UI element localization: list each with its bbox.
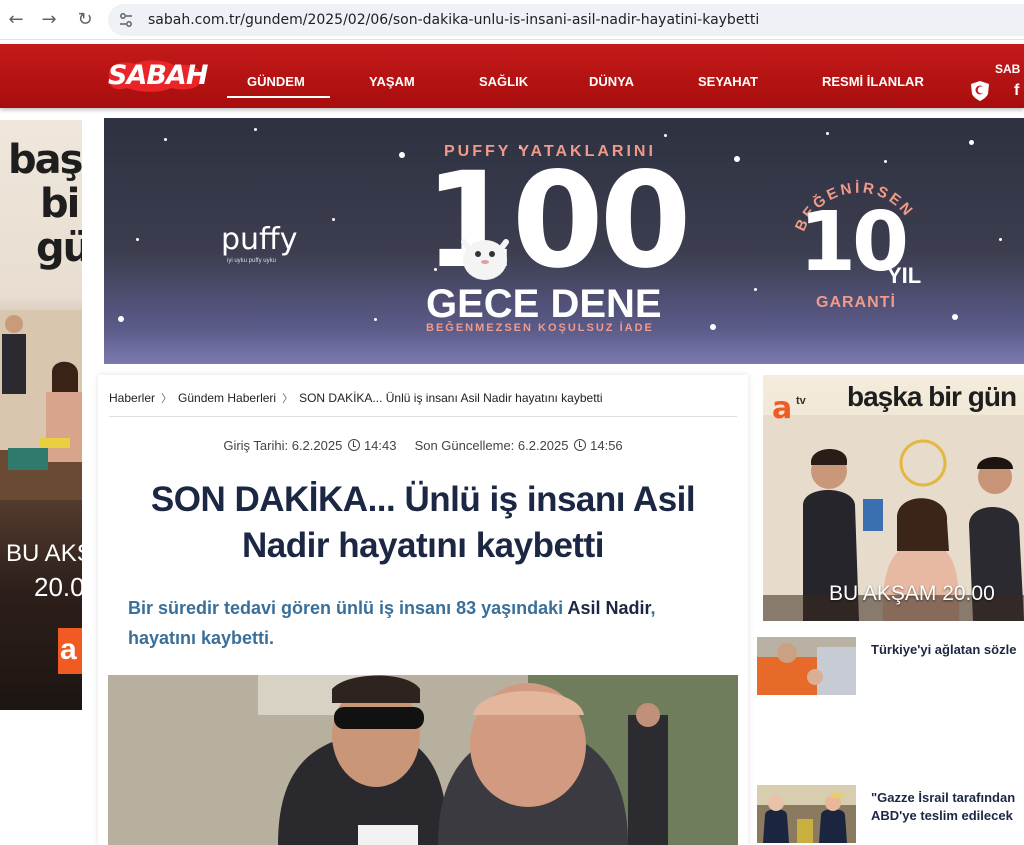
banner-headline-bottom: BEĞENMEZSEN KOŞULSUZ İADE	[426, 322, 654, 334]
reload-icon[interactable]: ↻	[73, 8, 97, 32]
breadcrumb: Haberler 〉 Gündem Haberleri 〉 SON DAKİKA... …	[109, 390, 603, 406]
nav-dunya[interactable]: DÜNYA	[589, 74, 634, 89]
mascot-illustration	[461, 239, 509, 280]
news-thumbnail[interactable]	[757, 785, 856, 843]
browser-toolbar: ← → ↻ sabah.com.tr/gundem/2025/02/06/son…	[0, 0, 1024, 40]
right-ad-title: başka bir gün	[847, 381, 1017, 412]
sabah-logo[interactable]: SABAH	[105, 58, 208, 94]
right-sidebar-ad[interactable]: a tv başka bir gün BU AKŞAM 20.00	[763, 375, 1024, 621]
article-headline: SON DAKİKA... Ünlü iş insanı Asil Nadir …	[150, 480, 696, 565]
spot-text-1: Bir süredir tedavi gören ünlü iş insanı …	[128, 598, 568, 618]
puffy-banner-ad[interactable]: puffy iyi uyku puffy uyku PUFFY YATAKLAR…	[104, 118, 1024, 364]
back-icon[interactable]: ←	[4, 8, 28, 32]
breadcrumb-current: SON DAKİKA... Ünlü iş insanı Asil Nadir …	[299, 391, 603, 405]
article-photo-illustration	[108, 675, 738, 845]
badge-bottom: GARANTİ	[816, 294, 896, 311]
site-header: SABAH GÜNDEM YAŞAM SAĞLIK DÜNYA SEYAHAT …	[0, 44, 1024, 108]
article-card: Haberler 〉 Gündem Haberleri 〉 SON DAKİKA... …	[98, 375, 748, 845]
puffy-logo-sub: iyi uyku puffy uyku	[227, 258, 276, 264]
clock-icon	[574, 439, 587, 451]
badge-unit: YIL	[887, 263, 922, 288]
updated-time: 14:56	[590, 438, 623, 453]
article-dates: Giriş Tarihi: 6.2.2025 14:43 Son Güncell…	[98, 438, 748, 453]
banner-headline-main: GECE DENE	[426, 282, 662, 326]
left-ad-cast-illustration	[0, 310, 82, 500]
left-ad-title-line-1: baş	[8, 137, 82, 183]
nav-active-indicator	[227, 96, 330, 98]
list-item[interactable]: Türkiye'yi ağlatan sözle	[757, 637, 1024, 697]
atv-logo-suffix: tv	[796, 395, 806, 407]
chevron-right-icon: 〉	[282, 392, 294, 405]
article-photo[interactable]	[108, 675, 738, 845]
left-ad-tagline: BU AKŞ	[6, 540, 82, 567]
news-thumbnail-illustration	[757, 785, 856, 843]
logo-text: SABAH	[108, 60, 208, 91]
article-spot: Bir süredir tedavi gören ünlü iş insanı …	[128, 593, 728, 653]
puffy-logo: puffy	[221, 222, 298, 257]
forward-icon[interactable]: →	[37, 8, 61, 32]
left-skyscraper-ad[interactable]: baş bi gü BU AKŞ 20.0 a	[0, 120, 82, 710]
chevron-right-icon: 〉	[161, 392, 173, 405]
news-thumbnail[interactable]	[757, 637, 856, 695]
url-text[interactable]: sabah.com.tr/gundem/2025/02/06/son-dakik…	[148, 12, 759, 28]
nav-saglik[interactable]: SAĞLIK	[479, 74, 528, 89]
news-thumbnail-illustration	[757, 637, 856, 695]
facebook-icon[interactable]: f	[1014, 82, 1019, 100]
published-date: Giriş Tarihi: 6.2.2025	[223, 438, 343, 453]
news-title[interactable]: "Gazze İsrail tarafından ABD'ye teslim e…	[871, 789, 1024, 825]
left-ad-channel-logo: a	[58, 628, 82, 674]
nav-gundem[interactable]: GÜNDEM	[247, 74, 305, 89]
left-ad-time: 20.0	[34, 572, 82, 602]
site-settings-icon[interactable]	[118, 12, 134, 28]
flag-shield-icon[interactable]	[970, 80, 990, 102]
breadcrumb-haberler[interactable]: Haberler	[109, 391, 155, 405]
left-ad-title-line-3: gü	[36, 225, 82, 271]
nav-yasam[interactable]: YAŞAM	[369, 74, 415, 89]
clock-icon	[347, 439, 360, 451]
left-ad-title-line-2: bi	[40, 181, 80, 227]
header-brand-link[interactable]: SAB	[995, 62, 1020, 76]
updated-date: Son Güncelleme: 6.2.2025	[414, 438, 569, 453]
right-ad-tagline: BU AKŞAM 20.00	[829, 582, 995, 605]
breadcrumb-gundem-haberleri[interactable]: Gündem Haberleri	[178, 391, 276, 405]
address-bar[interactable]: sabah.com.tr/gundem/2025/02/06/son-dakik…	[108, 4, 1024, 36]
divider	[109, 416, 737, 417]
list-item[interactable]: "Gazze İsrail tarafından ABD'ye teslim e…	[757, 785, 1024, 845]
atv-logo: a	[772, 391, 793, 426]
spot-person-link[interactable]: Asil Nadir	[567, 598, 650, 618]
published-time: 14:43	[363, 438, 397, 453]
nav-resmi-ilanlar[interactable]: RESMİ İLANLAR	[822, 74, 924, 89]
news-title[interactable]: Türkiye'yi ağlatan sözle	[871, 641, 1024, 659]
nav-seyahat[interactable]: SEYAHAT	[698, 74, 758, 89]
